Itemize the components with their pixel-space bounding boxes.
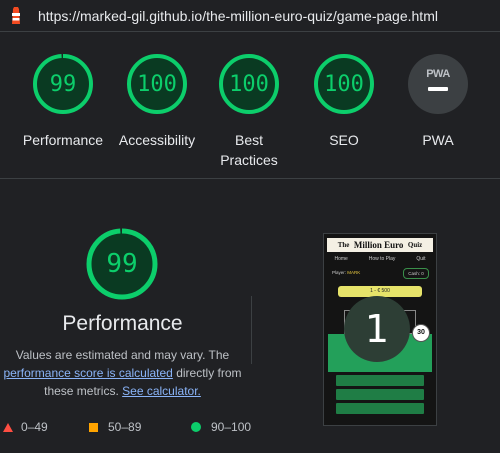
player-info: Player: MARK: [332, 270, 360, 275]
nav-home: Home: [334, 256, 348, 262]
answer-option: [336, 375, 424, 386]
legend-average: 50–89: [89, 420, 141, 434]
performance-title: Performance: [62, 312, 183, 335]
legend-average-range: 50–89: [108, 420, 142, 434]
performance-label: Performance: [22, 132, 104, 148]
legend-fail: 0–49: [3, 420, 48, 434]
answer-option: [336, 403, 424, 414]
pwa-label: PWA: [422, 132, 454, 148]
score-legend: 0–49 50–89 90–100: [0, 420, 500, 438]
legend-pass-range: 90–100: [211, 420, 252, 434]
url-bar: https://marked-gil.github.io/the-million…: [0, 0, 500, 32]
best-practices-label: Best Practices: [220, 132, 278, 168]
pass-circle-icon: [191, 422, 201, 432]
legend-fail-range: 0–49: [21, 420, 48, 434]
quiz-title-quiz: Quiz: [407, 241, 423, 249]
best-practices-score: 100: [229, 71, 269, 97]
seo-label: SEO: [329, 132, 359, 148]
player-label: Player:: [332, 270, 347, 275]
accessibility-label: Accessibility: [118, 132, 196, 148]
performance-main-gauge: 99: [84, 226, 160, 302]
category-accessibility[interactable]: 100 Accessibility: [107, 42, 207, 150]
timer-badge: 30: [412, 324, 430, 342]
pwa-badge-icon: PWA: [408, 54, 468, 114]
see-calculator-link[interactable]: See calculator.: [122, 384, 201, 398]
accessibility-gauge: 100: [125, 52, 189, 116]
performance-main-score: 99: [106, 249, 138, 279]
answer-option: [336, 389, 424, 400]
quiz-title-the: The: [337, 241, 350, 249]
seo-gauge: 100: [312, 52, 376, 116]
page-url[interactable]: https://marked-gil.github.io/the-million…: [38, 8, 438, 24]
nav-quit: Quit: [416, 256, 426, 262]
category-best-practices[interactable]: 100 Best Practices: [199, 42, 299, 170]
seo-score: 100: [324, 71, 364, 97]
performance-score: 99: [49, 71, 77, 97]
best-practices-gauge: 100: [217, 52, 281, 116]
lighthouse-icon: [8, 6, 24, 25]
category-performance[interactable]: 99 Performance: [13, 42, 113, 150]
quiz-nav: Home How to Play Quit: [324, 256, 436, 266]
question-number-circle: 1: [344, 296, 410, 362]
desc-prefix: Values are estimated and may vary. The: [15, 348, 230, 362]
pwa-na-bar: [428, 87, 448, 91]
category-scores: 99 Performance 100 Accessibility 100 Bes…: [0, 42, 500, 172]
performance-score-link[interactable]: performance score is calculated: [3, 366, 172, 380]
section-divider: [0, 178, 500, 179]
performance-gauge: 99: [31, 52, 95, 116]
player-name: MARK: [347, 270, 361, 275]
nav-how-to-play: How to Play: [368, 256, 396, 262]
legend-pass: 90–100: [191, 420, 251, 434]
performance-description: Values are estimated and may vary. The p…: [0, 346, 245, 400]
cash-badge: Cash: 0: [403, 268, 429, 279]
quiz-title-main: Million Euro: [353, 240, 404, 250]
accessibility-score: 100: [137, 71, 177, 97]
vertical-divider: [251, 296, 252, 364]
final-screenshot[interactable]: The Million Euro Quiz Home How to Play Q…: [323, 233, 437, 426]
category-seo[interactable]: 100 SEO: [294, 42, 394, 150]
category-pwa[interactable]: PWA PWA: [388, 42, 488, 150]
quiz-header: The Million Euro Quiz: [327, 238, 433, 252]
pwa-badge-text: PWA: [426, 68, 450, 80]
average-square-icon: [89, 422, 98, 432]
fail-triangle-icon: [3, 422, 13, 432]
